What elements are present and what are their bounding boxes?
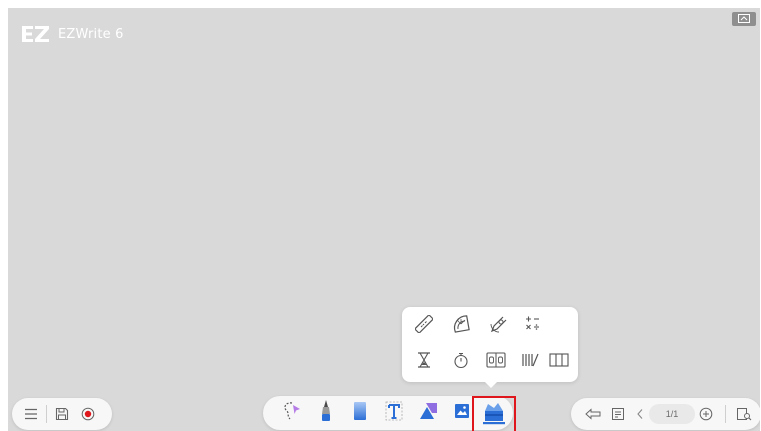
compass-tool[interactable] (487, 315, 509, 337)
add-page-icon (699, 407, 713, 421)
scoreboard-tool[interactable] (485, 351, 507, 373)
scoreboard-icon (486, 351, 506, 374)
toolbox-tool-button[interactable] (472, 396, 516, 431)
pen-icon (317, 398, 335, 429)
toolbox-popup (402, 307, 578, 388)
save-icon (55, 407, 69, 421)
hourglass-icon (415, 351, 433, 374)
stopwatch-tool[interactable] (450, 351, 472, 373)
pen-tool-button[interactable] (311, 396, 341, 430)
add-page-button[interactable] (699, 407, 713, 421)
back-button[interactable] (585, 408, 601, 420)
shapes-icon (416, 399, 440, 428)
text-icon (383, 399, 405, 428)
eraser-tool-button[interactable] (345, 396, 375, 430)
text-tool-button[interactable] (379, 396, 409, 430)
main-toolbar (263, 396, 516, 431)
page-toolbar: 1/1 (571, 398, 760, 430)
toolbar-divider (725, 405, 726, 423)
stopwatch-icon (452, 351, 470, 374)
page-overview-button[interactable] (736, 407, 752, 421)
page-view-button[interactable] (611, 407, 625, 421)
display-switch-icon (738, 10, 750, 28)
hourglass-tool[interactable] (413, 351, 435, 373)
page-overview-icon (736, 407, 752, 421)
page-indicator[interactable]: 1/1 (649, 404, 695, 424)
app-title: EZWrite 6 (58, 26, 124, 42)
lasso-select-icon (281, 399, 303, 428)
app-logo: EZWrite 6 (20, 24, 124, 44)
record-icon (81, 407, 95, 421)
image-icon (452, 400, 472, 427)
compass-icon (489, 315, 507, 338)
toolbox-icon (482, 400, 506, 431)
protractor-tool[interactable] (450, 314, 472, 338)
prev-page-button[interactable] (635, 408, 645, 420)
protractor-icon (452, 314, 470, 338)
columns-tool[interactable] (548, 351, 570, 373)
whiteboard-canvas[interactable]: EZWrite 6 1/1 (8, 8, 760, 431)
display-switch-button[interactable] (732, 12, 756, 26)
toolbar-divider (46, 405, 47, 423)
columns-icon (549, 351, 569, 374)
popup-pointer (484, 381, 498, 388)
tally-tool[interactable] (519, 351, 541, 373)
ruler-icon (413, 313, 435, 338)
back-icon (585, 408, 601, 420)
ez-logo-mark (20, 24, 52, 44)
calculator-icon (524, 315, 542, 338)
record-button[interactable] (81, 407, 95, 421)
left-toolbar (12, 398, 112, 430)
menu-icon (24, 408, 38, 420)
save-button[interactable] (55, 407, 69, 421)
select-tool-button[interactable] (277, 396, 307, 430)
shapes-tool-button[interactable] (413, 396, 443, 430)
prev-page-icon (635, 408, 645, 420)
page-view-icon (611, 407, 625, 421)
eraser-icon (351, 399, 369, 428)
calculator-tool[interactable] (522, 315, 544, 337)
ruler-tool[interactable] (413, 313, 435, 338)
tally-icon (520, 351, 540, 374)
menu-button[interactable] (24, 408, 38, 420)
